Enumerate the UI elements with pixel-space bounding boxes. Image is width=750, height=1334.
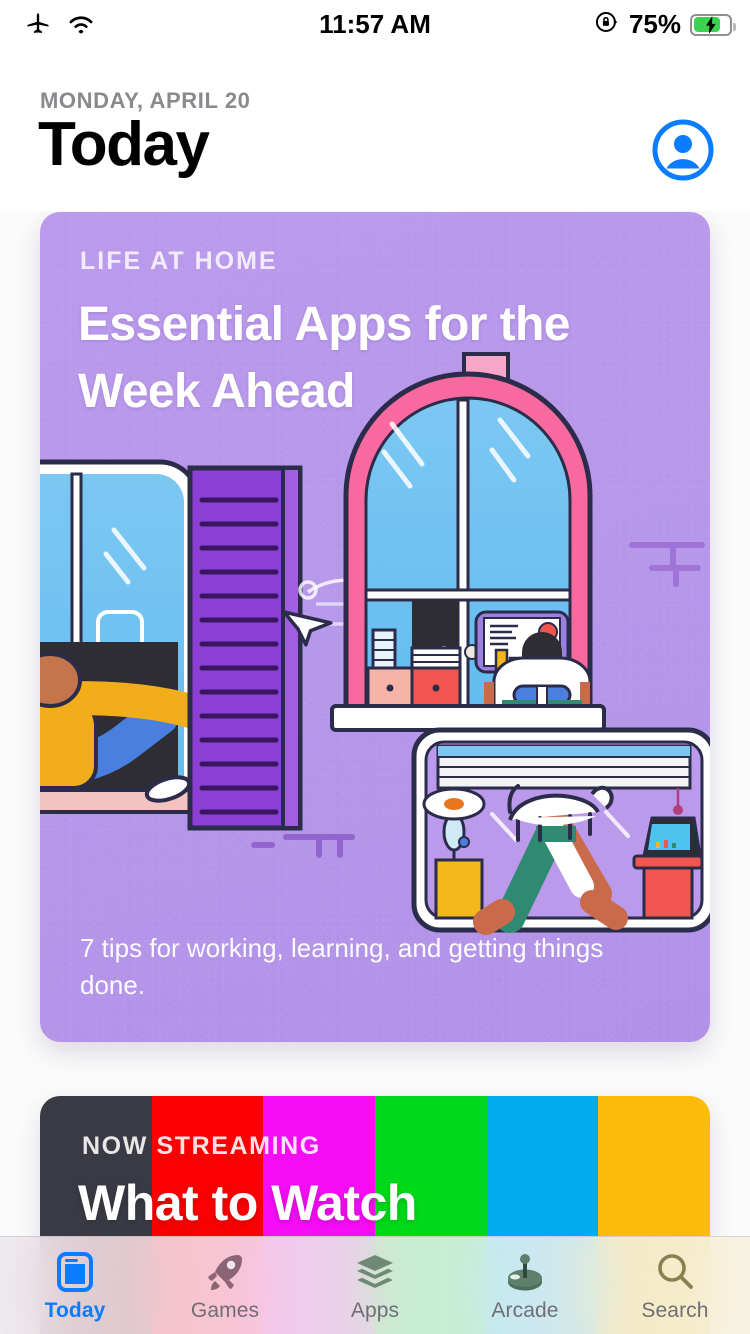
battery-percent-label: 75%: [628, 9, 681, 39]
status-bar: 11:57 AM 75%: [0, 0, 750, 46]
today-card-icon: [56, 1252, 94, 1292]
card-title: Essential Apps for the Week Ahead: [78, 298, 570, 418]
account-avatar-icon: [652, 119, 714, 181]
tab-label-arcade: Arcade: [491, 1299, 559, 1322]
tab-label-today: Today: [44, 1299, 106, 1322]
page-title: Today: [38, 110, 210, 179]
card-title: What to Watch: [78, 1175, 417, 1231]
tab-bar: Today Games Apps Arcade Search: [0, 1236, 750, 1334]
today-feed-scroll[interactable]: LIFE AT HOME Essential Apps for the Week…: [0, 211, 750, 1334]
page-header: MONDAY, APRIL 20 Today: [0, 46, 750, 211]
card-caption: 7 tips for working, learning, and gettin…: [80, 933, 604, 1001]
tab-today[interactable]: Today: [0, 1237, 150, 1334]
card-eyebrow-label: NOW STREAMING: [82, 1132, 321, 1160]
tab-arcade[interactable]: Arcade: [450, 1237, 600, 1334]
tab-label-apps: Apps: [350, 1299, 400, 1322]
status-bar-right: 75%: [594, 9, 736, 40]
today-card-life-at-home[interactable]: LIFE AT HOME Essential Apps for the Week…: [40, 212, 710, 1042]
stacked-layers-icon: [354, 1252, 396, 1292]
tab-search[interactable]: Search: [600, 1237, 750, 1334]
joystick-icon: [504, 1252, 546, 1292]
tab-label-search: Search: [641, 1299, 709, 1322]
rocket-icon: [205, 1252, 245, 1292]
account-avatar[interactable]: [652, 119, 714, 181]
search-icon: [655, 1252, 695, 1292]
rotation-lock-icon: [594, 9, 620, 40]
card-eyebrow-label: LIFE AT HOME: [80, 247, 278, 275]
battery-charging-icon: [690, 13, 736, 36]
tab-apps[interactable]: Apps: [300, 1237, 450, 1334]
tab-label-games: Games: [190, 1299, 260, 1322]
app-store-today-screen: 11:57 AM 75% MONDAY, APRIL 20 Today LIFE…: [0, 0, 750, 1334]
tab-games[interactable]: Games: [150, 1237, 300, 1334]
